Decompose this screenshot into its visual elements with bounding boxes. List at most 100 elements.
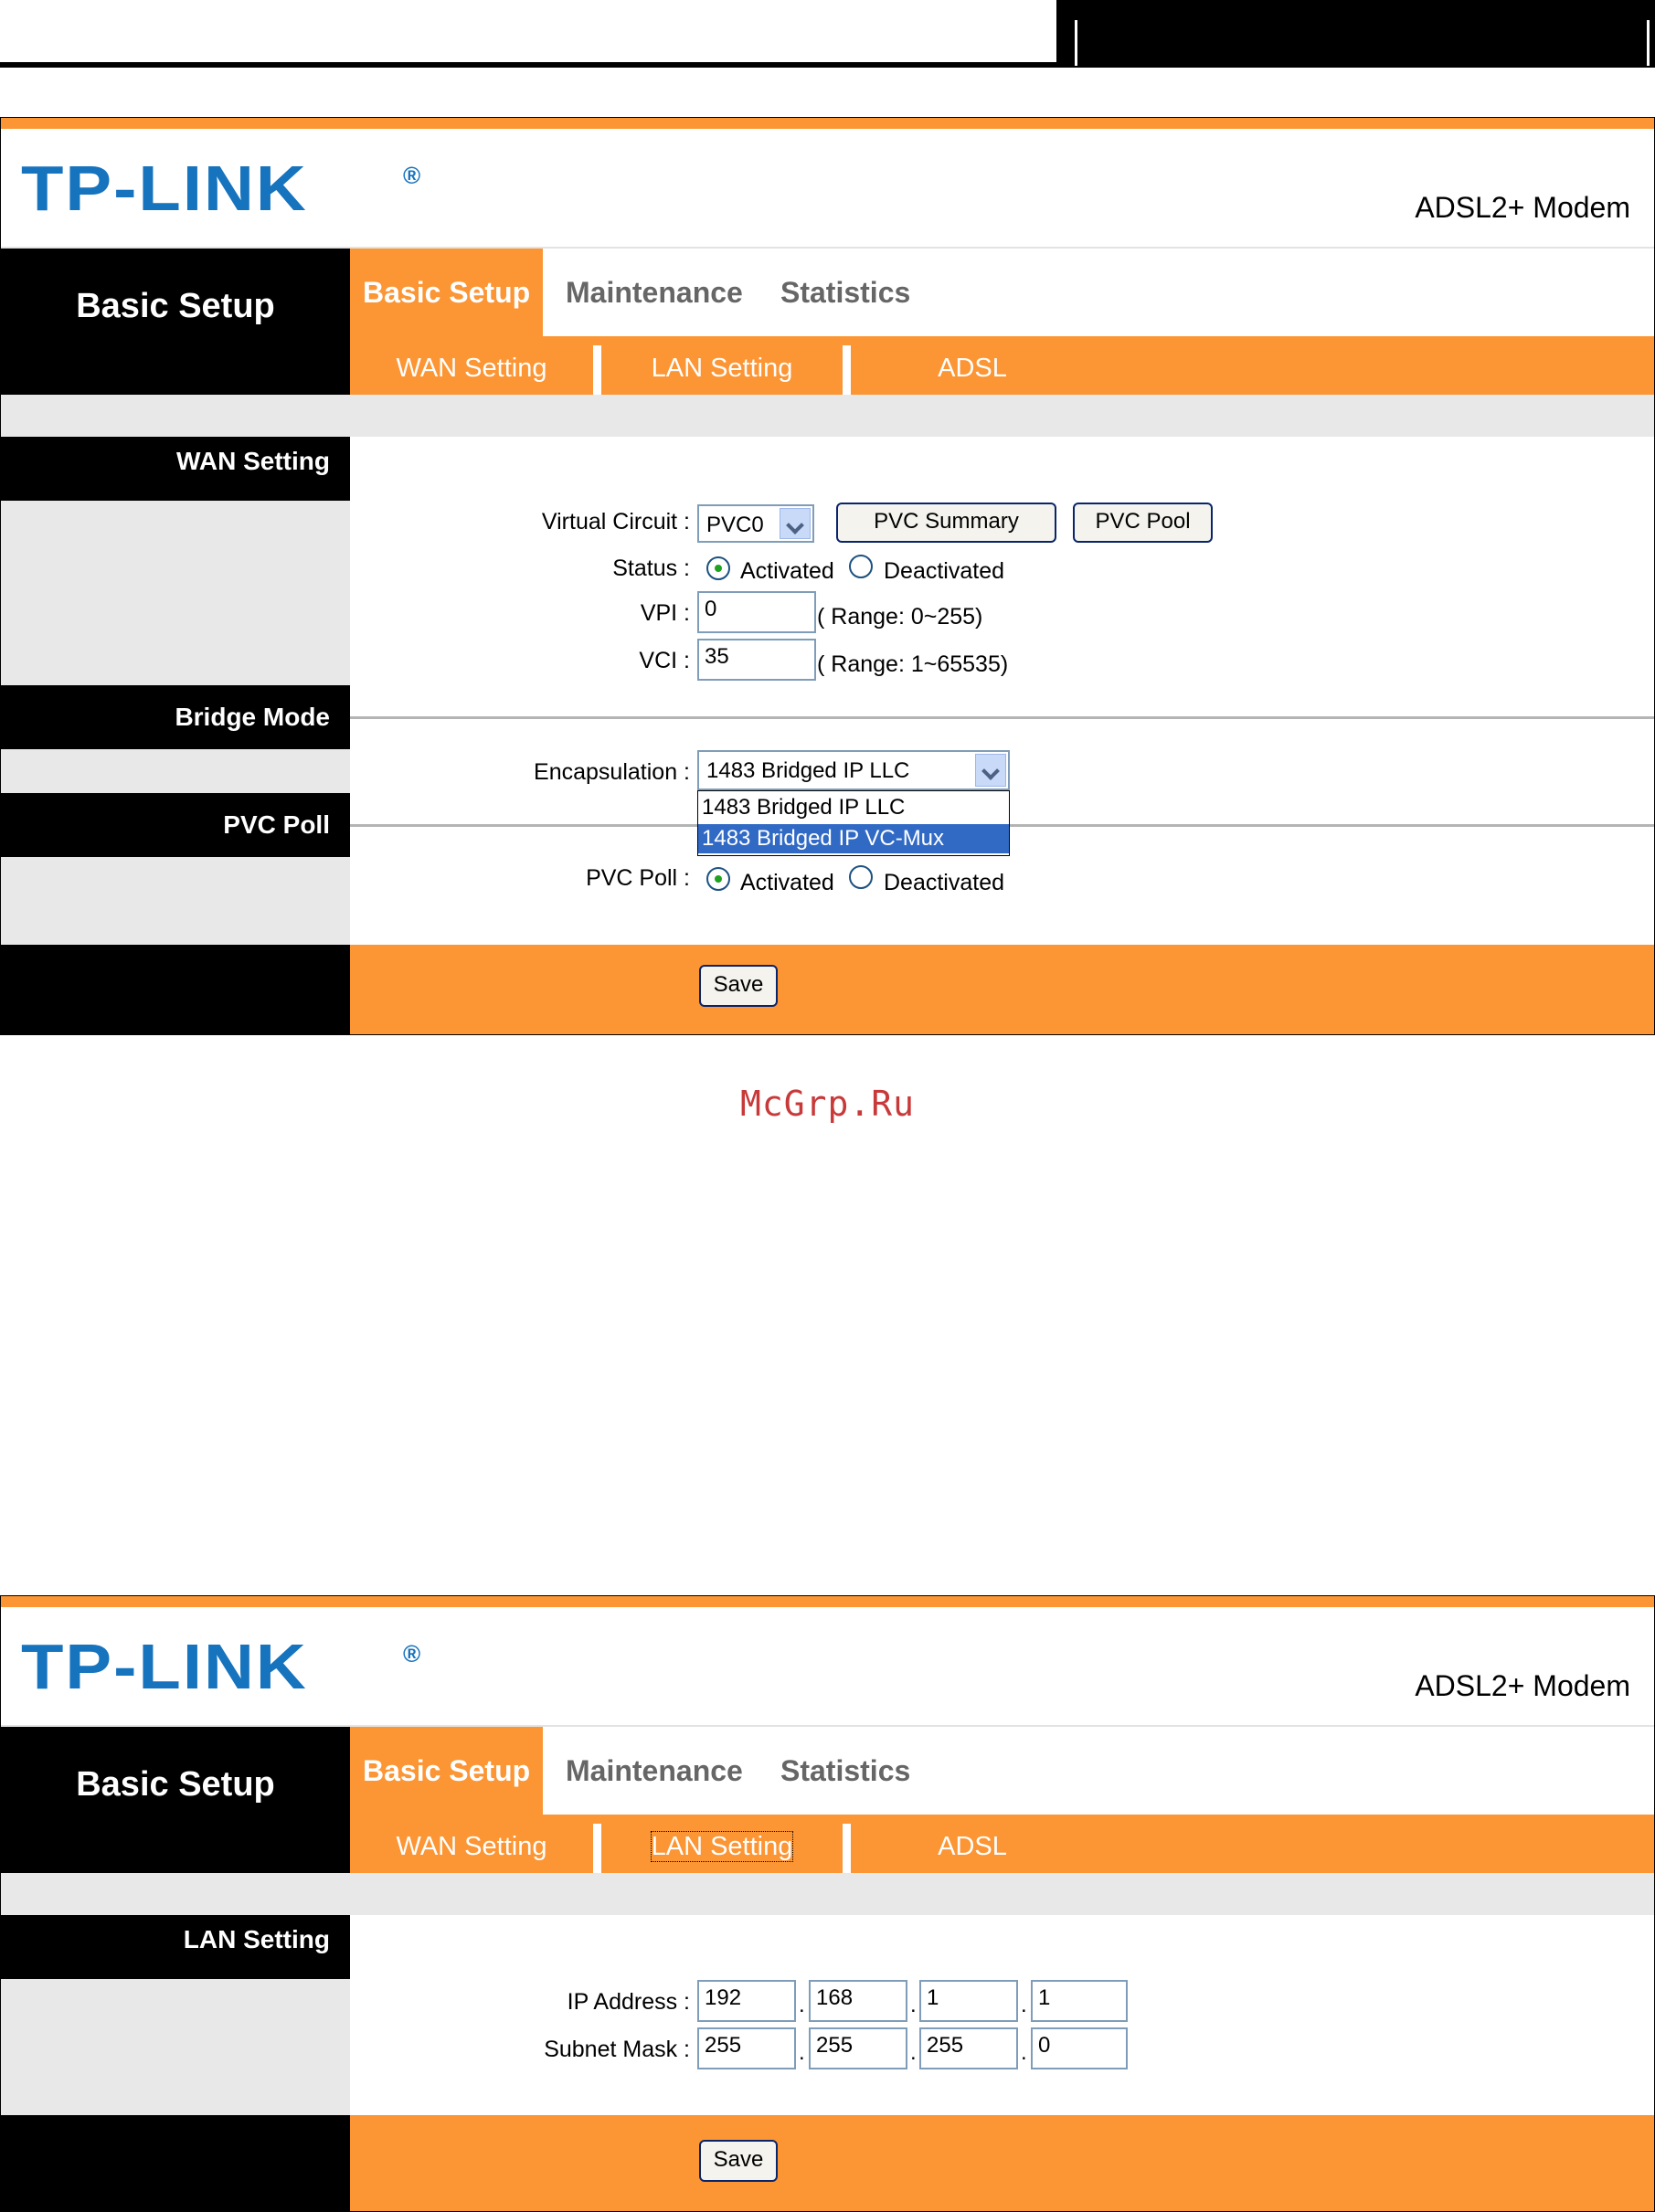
footer-left-block xyxy=(1,2115,350,2211)
encapsulation-dropdown-list: 1483 Bridged IP LLC 1483 Bridged IP VC-M… xyxy=(697,790,1010,856)
status-activated-radio[interactable] xyxy=(706,556,730,580)
logo-registered-mark: ® xyxy=(403,1640,421,1667)
tp-link-logo: TP-LINK ® xyxy=(21,1625,432,1717)
chevron-down-icon[interactable] xyxy=(975,754,1006,787)
subtab-lan-setting-label: LAN Setting xyxy=(650,1831,794,1862)
chevron-down-icon[interactable] xyxy=(780,508,811,539)
logo-registered-mark: ® xyxy=(403,162,421,189)
nav-title: Basic Setup xyxy=(76,287,275,325)
subtab-lan-setting[interactable]: LAN Setting xyxy=(601,1815,843,1873)
section-wan-setting: WAN Setting xyxy=(1,437,350,501)
pvc-poll-deactivated-radio[interactable] xyxy=(849,865,873,889)
subtab-adsl[interactable]: ADSL xyxy=(851,1815,1094,1873)
vci-input[interactable]: 35 xyxy=(697,639,816,681)
tab-maintenance[interactable]: Maintenance xyxy=(566,1727,743,1815)
pvc-poll-activated-label: Activated xyxy=(740,870,834,895)
tp-link-logo: TP-LINK ® xyxy=(21,147,432,238)
pvc-pool-button[interactable]: PVC Pool xyxy=(1073,503,1213,543)
pvc-poll-activated-radio[interactable] xyxy=(706,867,730,891)
tab-statistics[interactable]: Statistics xyxy=(780,1727,910,1815)
status-label: Status : xyxy=(612,556,690,581)
tab-statistics[interactable]: Statistics xyxy=(780,249,910,336)
section-bridge-mode: Bridge Mode xyxy=(1,685,350,749)
left-gray-column xyxy=(1,857,350,945)
mask-octet-4[interactable]: 0 xyxy=(1031,2027,1128,2069)
header-tick-left xyxy=(1075,20,1077,66)
left-gray-column xyxy=(1,1979,350,2115)
ip-dot: . xyxy=(910,1993,917,2017)
ip-address-label: IP Address : xyxy=(567,1989,690,2015)
encapsulation-value: 1483 Bridged IP LLC xyxy=(706,758,910,783)
encapsulation-option-highlighted[interactable]: 1483 Bridged IP VC-Mux xyxy=(698,824,1009,853)
main-tabs: Basic Setup Maintenance Statistics xyxy=(350,249,1654,336)
section-pvc-poll: PVC Poll xyxy=(1,793,350,857)
sub-tabs: WAN Setting LAN Setting ADSL xyxy=(350,1815,1654,1873)
ip-octet-4[interactable]: 1 xyxy=(1031,1980,1128,2022)
section-divider xyxy=(350,716,1654,719)
logo-text: TP-LINK xyxy=(21,1631,308,1703)
mask-octet-3[interactable]: 255 xyxy=(919,2027,1018,2069)
mask-dot: . xyxy=(910,2040,917,2065)
subnet-mask-label: Subnet Mask : xyxy=(544,2037,690,2062)
main-tabs: Basic Setup Maintenance Statistics xyxy=(350,1727,1654,1815)
gray-band xyxy=(1,395,1654,437)
virtual-circuit-label: Virtual Circuit : xyxy=(541,509,690,534)
footer-bar xyxy=(350,2115,1654,2211)
encapsulation-label: Encapsulation : xyxy=(534,759,690,785)
lan-setting-screenshot: TP-LINK ® ADSL2+ Modem Basic Setup Basic… xyxy=(0,1595,1655,2212)
product-name: ADSL2+ Modem xyxy=(1415,1669,1630,1702)
subtab-separator xyxy=(593,345,601,395)
encapsulation-option[interactable]: 1483 Bridged IP LLC xyxy=(698,793,1009,822)
vpi-label: VPI : xyxy=(640,600,690,626)
ip-dot: . xyxy=(1021,1993,1027,2017)
mask-dot: . xyxy=(1021,2040,1027,2065)
nav-title: Basic Setup xyxy=(76,1765,275,1804)
sub-tabs: WAN Setting LAN Setting ADSL xyxy=(350,336,1654,395)
ip-octet-2[interactable]: 168 xyxy=(809,1980,907,2022)
subtab-separator xyxy=(843,345,851,395)
mask-octet-1[interactable]: 255 xyxy=(697,2027,796,2069)
section-lan-setting: LAN Setting xyxy=(1,1915,350,1979)
vci-label: VCI : xyxy=(639,648,690,673)
vci-range-hint: ( Range: 1~65535) xyxy=(817,651,1009,677)
page-header-block xyxy=(1056,0,1655,68)
mask-dot: . xyxy=(799,2040,805,2065)
subtab-adsl[interactable]: ADSL xyxy=(851,336,1094,395)
top-orange-bar xyxy=(1,1596,1654,1607)
top-orange-bar xyxy=(1,118,1654,129)
ip-octet-3[interactable]: 1 xyxy=(919,1980,1018,2022)
status-activated-label: Activated xyxy=(740,558,834,584)
tab-basic-setup[interactable]: Basic Setup xyxy=(350,249,544,336)
pvc-poll-deactivated-label: Deactivated xyxy=(884,870,1005,895)
vpi-range-hint: ( Range: 0~255) xyxy=(817,604,983,630)
pvc-summary-button[interactable]: PVC Summary xyxy=(836,503,1056,543)
virtual-circuit-select[interactable]: PVC0 xyxy=(697,504,814,543)
encapsulation-select[interactable]: 1483 Bridged IP LLC xyxy=(697,750,1010,790)
ip-octet-1[interactable]: 192 xyxy=(697,1980,796,2022)
tab-basic-setup[interactable]: Basic Setup xyxy=(350,1727,544,1815)
ip-dot: . xyxy=(799,1993,805,2017)
save-button[interactable]: Save xyxy=(699,965,778,1007)
tab-maintenance[interactable]: Maintenance xyxy=(566,249,743,336)
save-button[interactable]: Save xyxy=(699,2140,778,2182)
status-deactivated-radio[interactable] xyxy=(849,555,873,578)
mask-octet-2[interactable]: 255 xyxy=(809,2027,907,2069)
pvc-poll-label: PVC Poll : xyxy=(586,865,690,891)
product-name: ADSL2+ Modem xyxy=(1415,191,1630,224)
footer-bar xyxy=(350,945,1654,1034)
wan-setting-screenshot: TP-LINK ® ADSL2+ Modem Basic Setup Basic… xyxy=(0,117,1655,1035)
subtab-wan-setting[interactable]: WAN Setting xyxy=(350,336,593,395)
logo-text: TP-LINK xyxy=(21,153,308,225)
vpi-input[interactable]: 0 xyxy=(697,591,816,633)
subtab-separator xyxy=(843,1824,851,1873)
left-gray-column xyxy=(1,501,350,800)
subtab-lan-setting[interactable]: LAN Setting xyxy=(601,336,843,395)
watermark-text: McGrp.Ru xyxy=(739,1084,916,1124)
footer-left-block xyxy=(1,945,350,1034)
status-deactivated-label: Deactivated xyxy=(884,558,1005,584)
gray-band xyxy=(1,1873,1654,1915)
header-tick-right xyxy=(1647,20,1650,66)
subtab-wan-setting[interactable]: WAN Setting xyxy=(350,1815,593,1873)
virtual-circuit-value: PVC0 xyxy=(706,513,764,537)
subtab-separator xyxy=(593,1824,601,1873)
